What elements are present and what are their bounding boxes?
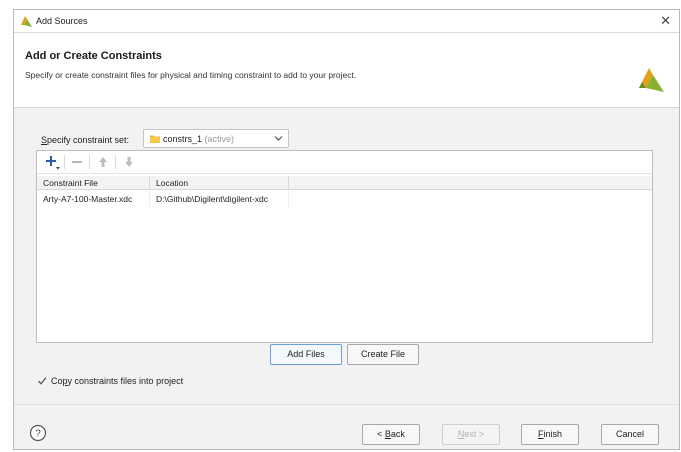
files-toolbar [37, 151, 652, 174]
minus-icon[interactable] [68, 153, 86, 171]
constraint-set-label-text: pecify constraint set: [47, 135, 130, 145]
wizard-header: Add or Create Constraints Specify or cre… [14, 33, 679, 108]
back-button[interactable]: < Back [362, 424, 420, 445]
copy-label-suffix: y constraints files into project [67, 376, 184, 386]
copy-constraints-label[interactable]: Copy constraints files into project [51, 376, 183, 386]
chevron-down-icon [274, 136, 283, 141]
vivado-logo-icon [21, 16, 32, 27]
back-label-suffix: ack [390, 429, 405, 439]
title-bar: Add Sources ✕ [14, 10, 679, 33]
folder-icon [150, 135, 160, 143]
next-label-suffix: ext > [464, 429, 485, 439]
constraint-set-value: constrs_1 (active) [163, 134, 234, 144]
page-description: Specify or create constraint files for p… [25, 70, 357, 80]
constraint-files-panel: Constraint File Location Arty-A7-100-Mas… [36, 150, 653, 343]
copy-constraints-checkbox[interactable] [37, 376, 47, 386]
constraint-set-status: (active) [204, 134, 235, 144]
next-button[interactable]: Next > [442, 424, 500, 445]
toolbar-separator [89, 155, 90, 169]
page-title: Add or Create Constraints [25, 50, 162, 62]
location-cell: D:\Github\Digilent\digilent-xdc [150, 191, 289, 207]
plus-icon[interactable] [43, 153, 61, 171]
arrow-down-icon[interactable] [120, 153, 138, 171]
close-icon[interactable]: ✕ [660, 13, 671, 29]
constraint-set-dropdown[interactable]: constrs_1 (active) [143, 129, 289, 148]
back-label-prefix: < [377, 429, 385, 439]
constraint-set-label: Specify constraint set: [41, 135, 129, 145]
arrow-up-icon[interactable] [94, 153, 112, 171]
column-header-filler [289, 176, 652, 190]
constraint-file-cell: Arty-A7-100-Master.xdc [37, 191, 150, 207]
cancel-button[interactable]: Cancel [601, 424, 659, 445]
finish-button[interactable]: Finish [521, 424, 579, 445]
column-header-constraint-file[interactable]: Constraint File [37, 176, 150, 190]
footer-divider [14, 404, 679, 405]
add-files-button[interactable]: Add Files [270, 344, 342, 365]
toolbar-separator [64, 155, 65, 169]
window-title: Add Sources [36, 16, 88, 26]
vivado-logo-icon [639, 68, 664, 92]
create-file-button[interactable]: Create File [347, 344, 419, 365]
table-header: Constraint File Location [37, 176, 652, 190]
add-sources-dialog: Add Sources ✕ Add or Create Constraints … [13, 9, 680, 450]
help-icon[interactable]: ? [29, 424, 47, 442]
constraint-set-name: constrs_1 [163, 134, 203, 144]
copy-label-prefix: Co [51, 376, 63, 386]
finish-label-suffix: inish [543, 429, 562, 439]
svg-text:?: ? [35, 429, 41, 440]
toolbar-separator [115, 155, 116, 169]
table-row[interactable]: Arty-A7-100-Master.xdc D:\Github\Digilen… [37, 191, 652, 207]
column-header-location[interactable]: Location [150, 176, 289, 190]
